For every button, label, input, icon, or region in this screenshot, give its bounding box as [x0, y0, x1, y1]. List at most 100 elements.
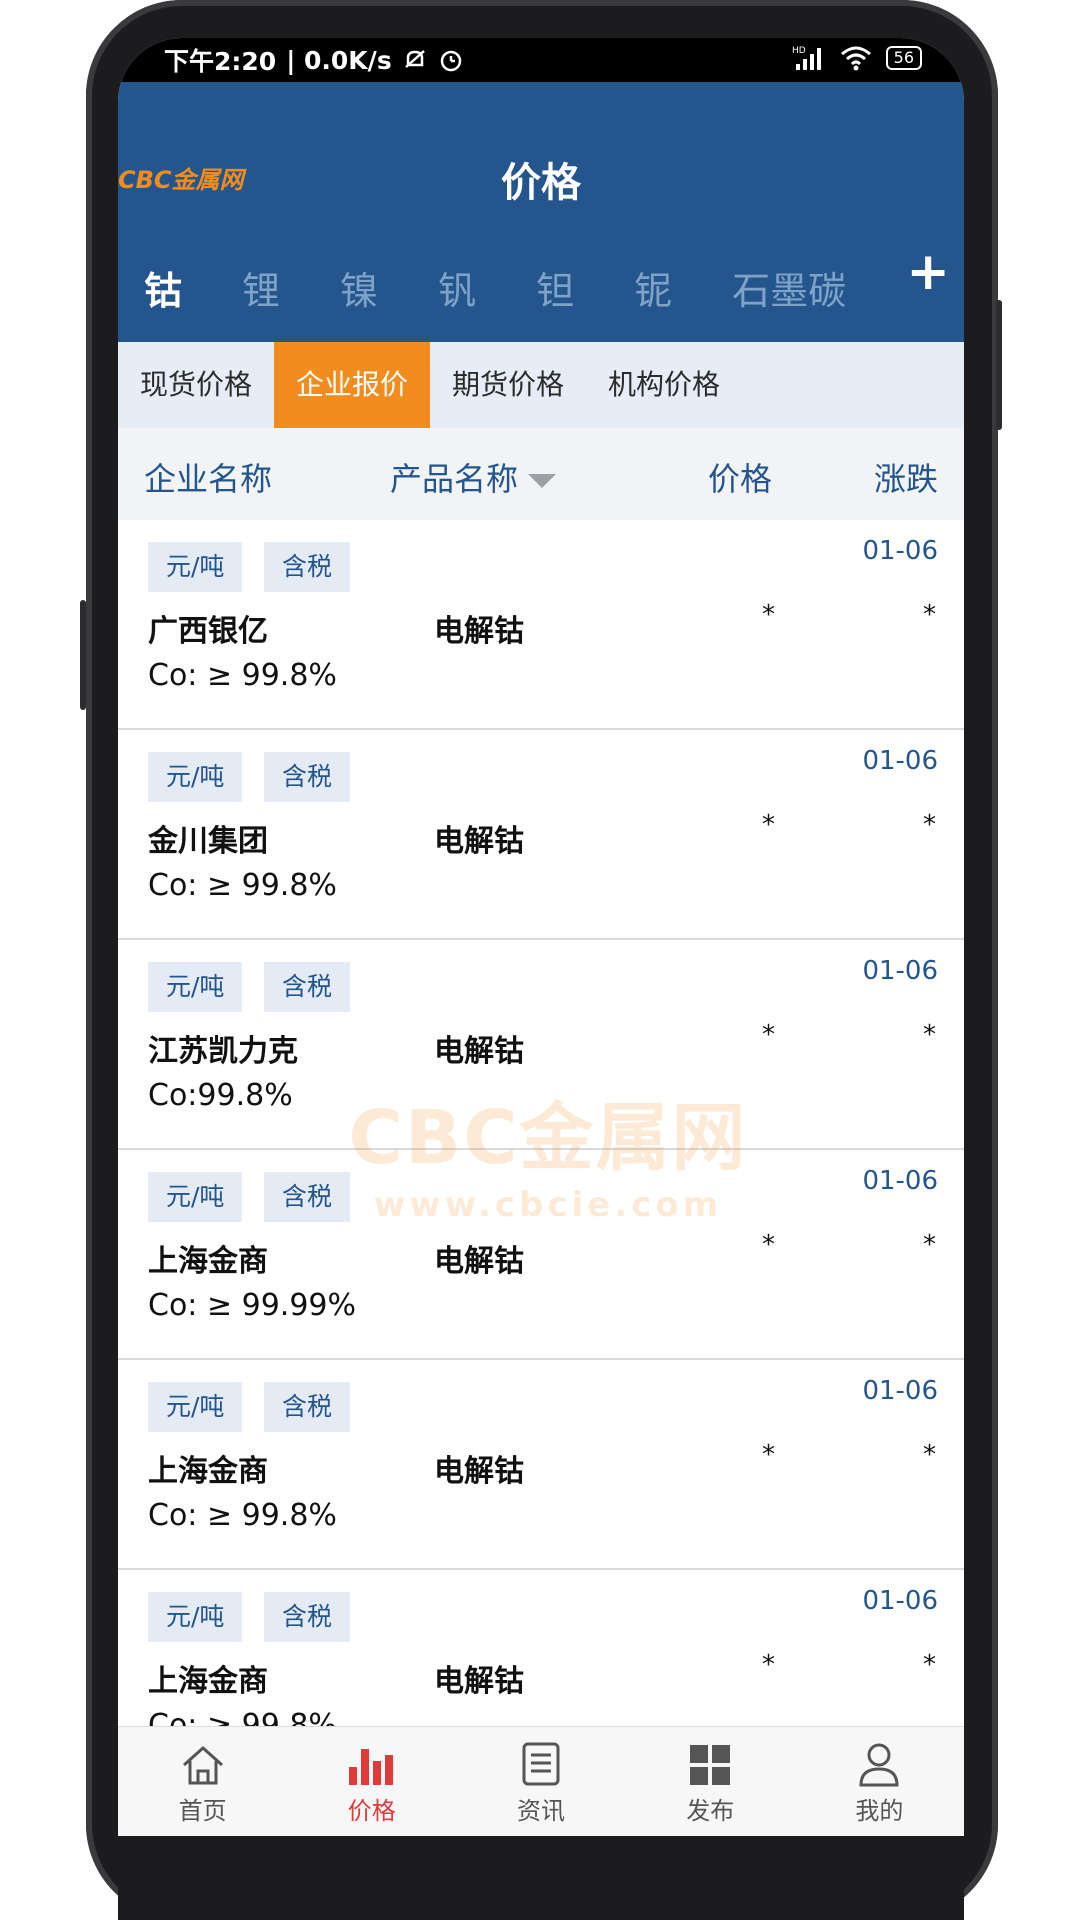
column-company[interactable]: 企业名称 [144, 454, 272, 500]
nav-publish[interactable]: 发布 [626, 1727, 795, 1836]
unit-tag: 元/吨 [148, 1382, 243, 1432]
company-name: 金川集团 [148, 824, 268, 859]
grid-icon [690, 1745, 731, 1785]
company-name: 江苏凯力克 [148, 1034, 298, 1069]
table-row[interactable]: 元/吨 含税 01-06 上海金商 电解钴 * * Co: ≥ 99.99% [118, 1150, 964, 1360]
quote-date: 01-06 [862, 1166, 938, 1196]
nav-home[interactable]: 首页 [118, 1727, 287, 1836]
unit-tag: 元/吨 [148, 1592, 243, 1642]
nav-news[interactable]: 资讯 [456, 1727, 625, 1836]
change-value: * [923, 1440, 936, 1470]
table-row[interactable]: 元/吨 含税 01-06 江苏凯力克 电解钴 * * Co:99.8% [118, 940, 964, 1150]
tab-lithium[interactable]: 锂 [242, 260, 280, 315]
tax-tag: 含税 [264, 962, 351, 1012]
quote-date: 01-06 [862, 956, 938, 986]
column-product[interactable]: 产品名称 [390, 454, 557, 500]
unit-tag: 元/吨 [148, 752, 243, 802]
mute-bell-icon [404, 50, 425, 68]
price-value: * [762, 1230, 775, 1260]
column-change[interactable]: 涨跌 [874, 454, 938, 500]
change-value: * [923, 1230, 936, 1260]
nav-price-label: 价格 [347, 1797, 396, 1825]
column-product-label: 产品名称 [390, 460, 519, 498]
product-spec: Co: ≥ 99.8% [148, 1498, 337, 1533]
tax-tag: 含税 [264, 1172, 351, 1222]
add-tab-button[interactable]: + [906, 242, 950, 302]
nav-price[interactable]: 价格 [287, 1727, 456, 1836]
price-value: * [762, 1650, 775, 1680]
company-name: 上海金商 [148, 1664, 268, 1699]
product-name: 电解钴 [434, 1454, 524, 1489]
tax-tag: 含税 [264, 1592, 351, 1642]
power-button [996, 300, 1002, 430]
tab-nickel[interactable]: 镍 [340, 260, 378, 315]
news-icon [522, 1742, 560, 1786]
phone-chin [118, 1836, 964, 1920]
column-price[interactable]: 价格 [708, 454, 772, 500]
bottom-nav: 首页 价格 资讯 发布 我的 [118, 1726, 964, 1836]
company-name: 上海金商 [148, 1244, 268, 1279]
price-chart-icon [348, 1749, 393, 1785]
signal-icon: HD [792, 46, 821, 70]
change-value: * [923, 1020, 936, 1050]
hd-label: HD [792, 46, 806, 56]
home-icon [182, 1746, 223, 1785]
product-name: 电解钴 [434, 1664, 524, 1699]
tab-graphite[interactable]: 石墨碳 [732, 260, 846, 315]
status-left: 下午2:20 | 0.0K/s [164, 42, 464, 78]
table-row[interactable]: 元/吨 含税 01-06 上海金商 电解钴 * * Co: ≥ 99.8% [118, 1360, 964, 1570]
quote-date: 01-06 [862, 536, 938, 566]
product-spec: Co: ≥ 99.8% [148, 868, 337, 903]
product-name: 电解钴 [434, 1034, 524, 1069]
tab-tantalum[interactable]: 钽 [536, 260, 574, 315]
nav-home-label: 首页 [178, 1797, 227, 1825]
battery-indicator: 56 [885, 46, 922, 70]
table-row[interactable]: 元/吨 含税 01-06 广西银亿 电解钴 * * Co: ≥ 99.8% [118, 520, 964, 730]
network-speed: | 0.0K/s [286, 45, 392, 75]
price-value: * [762, 810, 775, 840]
alarm-icon [440, 50, 461, 72]
product-spec: Co: ≥ 99.99% [148, 1288, 357, 1323]
table-row[interactable]: 元/吨 含税 01-06 金川集团 电解钴 * * Co: ≥ 99.8% [118, 730, 964, 940]
quote-date: 01-06 [862, 1376, 938, 1406]
nav-publish-label: 发布 [686, 1797, 735, 1825]
product-name: 电解钴 [434, 1244, 524, 1279]
user-icon [859, 1743, 899, 1787]
tax-tag: 含税 [264, 1382, 351, 1432]
sub-tabs: 现货价格 企业报价 期货价格 机构价格 [118, 342, 964, 428]
volume-button [80, 600, 86, 710]
tab-futures-price[interactable]: 期货价格 [430, 342, 586, 428]
quote-date: 01-06 [862, 746, 938, 776]
nav-profile-label: 我的 [855, 1797, 904, 1825]
tab-cobalt[interactable]: 钴 [144, 260, 182, 315]
price-value: * [762, 1020, 775, 1050]
status-time: 下午2:20 [164, 47, 277, 76]
product-spec: Co: ≥ 99.8% [148, 658, 337, 693]
tax-tag: 含税 [264, 752, 351, 802]
product-name: 电解钴 [434, 824, 524, 859]
product-spec: Co:99.8% [148, 1078, 293, 1113]
unit-tag: 元/吨 [148, 962, 243, 1012]
company-name: 上海金商 [148, 1454, 268, 1489]
tab-niobium[interactable]: 铌 [634, 260, 672, 315]
tab-vanadium[interactable]: 钒 [438, 260, 476, 315]
quote-list: 元/吨 含税 01-06 广西银亿 电解钴 * * Co: ≥ 99.8% 元/… [118, 520, 964, 1780]
unit-tag: 元/吨 [148, 1172, 243, 1222]
tax-tag: 含税 [264, 542, 351, 592]
tab-spot-price[interactable]: 现货价格 [118, 342, 274, 428]
tab-institution-price[interactable]: 机构价格 [586, 342, 742, 428]
table-header: 企业名称 产品名称 价格 涨跌 [118, 428, 964, 521]
wifi-icon [840, 46, 871, 71]
quote-date: 01-06 [862, 1586, 938, 1616]
app-screen: 下午2:20 | 0.0K/s HD 56 CBC金属网 价格 钴 锂 镍 钒 … [118, 38, 964, 1836]
change-value: * [923, 810, 936, 840]
price-value: * [762, 1440, 775, 1470]
metal-tabs: 钴 锂 镍 钒 钽 铌 石墨碳 [144, 257, 906, 317]
tab-enterprise-quote[interactable]: 企业报价 [274, 342, 431, 428]
nav-profile[interactable]: 我的 [795, 1727, 964, 1836]
page-title: 价格 [501, 160, 581, 206]
nav-news-label: 资讯 [517, 1797, 565, 1825]
price-value: * [762, 600, 775, 630]
app-header: CBC金属网 价格 钴 锂 镍 钒 钽 铌 石墨碳 + [118, 82, 964, 342]
status-bar: 下午2:20 | 0.0K/s HD 56 [118, 38, 964, 82]
